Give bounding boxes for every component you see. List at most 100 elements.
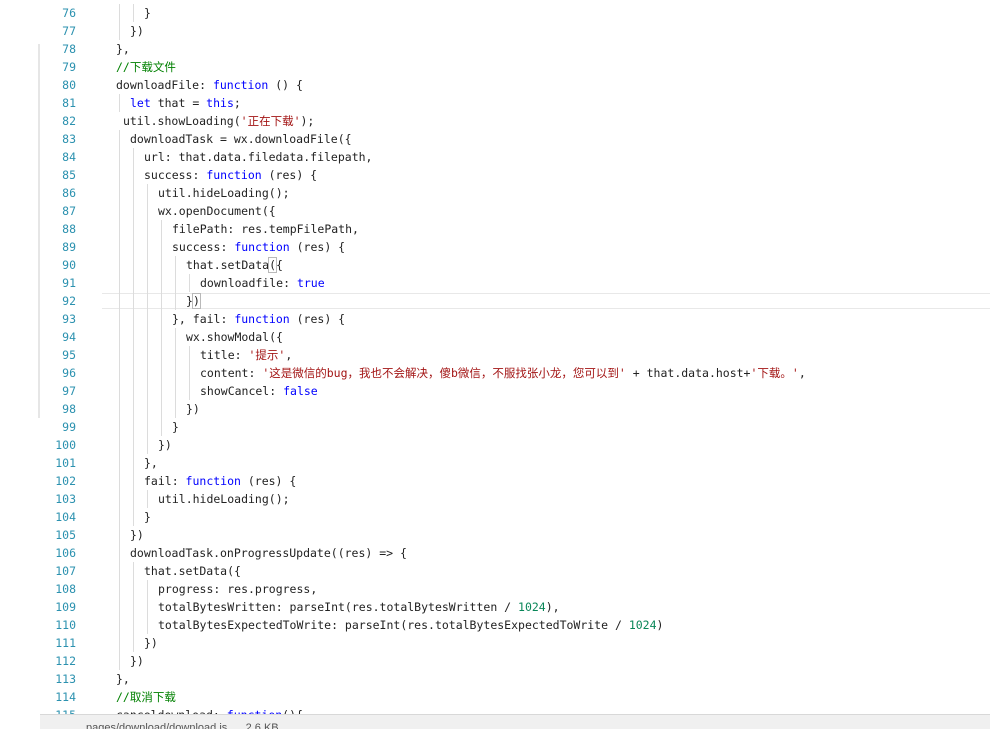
code-token: }, fail:	[172, 312, 235, 326]
matched-bracket: )	[191, 293, 201, 309]
code-line-98[interactable]: 98})	[0, 400, 990, 418]
indent-guide	[147, 292, 148, 310]
indent-guide	[133, 382, 134, 400]
code-line-114[interactable]: 114 //取消下载	[0, 688, 990, 706]
indent-guide	[119, 454, 120, 472]
code-text: wx.openDocument({	[158, 202, 276, 220]
code-line-97[interactable]: 97 showCancel: false	[0, 382, 990, 400]
code-token: true	[296, 276, 325, 290]
code-line-89[interactable]: 89 success: function (res) {	[0, 238, 990, 256]
line-number: 100	[55, 438, 76, 452]
line-number: 115	[0, 706, 76, 714]
indent-guide	[175, 292, 176, 310]
code-line-104[interactable]: 104}	[0, 508, 990, 526]
indent-guide	[133, 256, 134, 274]
code-line-90[interactable]: 90 that.setData({	[0, 256, 990, 274]
code-text: })	[130, 526, 144, 544]
code-line-99[interactable]: 99}	[0, 418, 990, 436]
indent-guide	[119, 472, 120, 490]
code-line-101[interactable]: 101},	[0, 454, 990, 472]
code-line-105[interactable]: 105})	[0, 526, 990, 544]
code-token: (res) {	[289, 312, 346, 326]
indent-guide	[161, 328, 162, 346]
code-line-94[interactable]: 94 wx.showModal({	[0, 328, 990, 346]
line-number: 83	[62, 132, 76, 146]
code-line-78[interactable]: 78},	[0, 40, 990, 58]
code-line-106[interactable]: 106 downloadTask.onProgressUpdate((res) =…	[0, 544, 990, 562]
indent-guide	[133, 166, 134, 184]
code-line-100[interactable]: 100})	[0, 436, 990, 454]
code-token: }	[144, 6, 151, 20]
line-number: 88	[62, 222, 76, 236]
code-token: downloadTask = wx.downloadFile({	[130, 132, 352, 146]
code-editor[interactable]: 76} 77}) 78}, 79//下载文件 80 downloadFile: funct…	[0, 0, 990, 714]
line-number: 107	[55, 564, 76, 578]
code-line-82[interactable]: 82 util.showLoading('正在下载');	[0, 112, 990, 130]
indent-guide	[119, 616, 120, 634]
code-line-79[interactable]: 79 //下载文件	[0, 58, 990, 76]
code-line-109[interactable]: 109 totalBytesWritten: parseInt(res.total…	[0, 598, 990, 616]
code-line-77[interactable]: 77})	[0, 22, 990, 40]
code-line-113[interactable]: 113},	[0, 670, 990, 688]
code-line-84[interactable]: 84 url: that.data.filedata.filepath,	[0, 148, 990, 166]
indent-guide	[119, 490, 120, 508]
indent-guide	[119, 238, 120, 256]
code-line-91[interactable]: 91 downloadfile: true	[0, 274, 990, 292]
code-line-81[interactable]: 81 let that = this;	[0, 94, 990, 112]
code-line-108[interactable]: 108 progress: res.progress,	[0, 580, 990, 598]
code-text: canceldownload: function(){	[116, 706, 303, 714]
code-text: })	[186, 400, 200, 418]
code-text: title: '提示',	[200, 346, 292, 364]
code-line-80[interactable]: 80 downloadFile: function () {	[0, 76, 990, 94]
indent-guide	[161, 220, 162, 238]
code-line-96[interactable]: 96 content: '这是微信的bug，我也不会解决，傻b微信，不服找张小龙，…	[0, 364, 990, 382]
indent-guide	[133, 184, 134, 202]
line-number: 81	[62, 96, 76, 110]
code-line-95[interactable]: 95 title: '提示',	[0, 346, 990, 364]
indent-guide	[133, 310, 134, 328]
indent-guide	[119, 382, 120, 400]
code-token: 1024	[628, 618, 657, 632]
code-line-111[interactable]: 111})	[0, 634, 990, 652]
code-text: downloadTask = wx.downloadFile({	[130, 130, 352, 148]
code-token: })	[130, 24, 144, 38]
indent-guide	[189, 346, 190, 364]
indent-guide	[133, 418, 134, 436]
code-text: }	[144, 508, 151, 526]
code-token: {	[276, 258, 283, 272]
line-number: 85	[62, 168, 76, 182]
indent-guide	[133, 4, 134, 22]
line-number: 86	[62, 186, 76, 200]
indent-guide	[147, 238, 148, 256]
code-line-85[interactable]: 85 success: function (res) {	[0, 166, 990, 184]
code-line-83[interactable]: 83 downloadTask = wx.downloadFile({	[0, 130, 990, 148]
indent-guide	[133, 202, 134, 220]
code-line-115[interactable]: 115 canceldownload: function(){	[0, 706, 990, 714]
code-line-86[interactable]: 86 util.hideLoading();	[0, 184, 990, 202]
code-line-110[interactable]: 110 totalBytesExpectedToWrite: parseInt(r…	[0, 616, 990, 634]
code-token: fail:	[144, 474, 186, 488]
code-line-87[interactable]: 87 wx.openDocument({	[0, 202, 990, 220]
code-line-92[interactable]: 92})	[0, 292, 990, 310]
line-number: 114	[55, 690, 76, 704]
code-token: progress: res.progress,	[158, 582, 318, 596]
indent-guide	[175, 382, 176, 400]
code-line-112[interactable]: 112})	[0, 652, 990, 670]
code-line-93[interactable]: 93}, fail: function (res) {	[0, 310, 990, 328]
code-token: util.hideLoading();	[158, 186, 290, 200]
code-line-102[interactable]: 102 fail: function (res) {	[0, 472, 990, 490]
code-line-76[interactable]: 76}	[0, 4, 990, 22]
indent-guide	[161, 382, 162, 400]
indent-guide	[119, 526, 120, 544]
indent-guide	[133, 220, 134, 238]
code-token: false	[283, 384, 318, 398]
indent-guide	[175, 328, 176, 346]
indent-guide	[133, 400, 134, 418]
code-line-103[interactable]: 103 util.hideLoading();	[0, 490, 990, 508]
line-number: 109	[55, 600, 76, 614]
code-line-88[interactable]: 88 filePath: res.tempFilePath,	[0, 220, 990, 238]
code-token: },	[116, 672, 130, 686]
code-line-107[interactable]: 107 that.setData({	[0, 562, 990, 580]
code-text: success: function (res) {	[144, 166, 317, 184]
code-text: util.hideLoading();	[158, 490, 290, 508]
